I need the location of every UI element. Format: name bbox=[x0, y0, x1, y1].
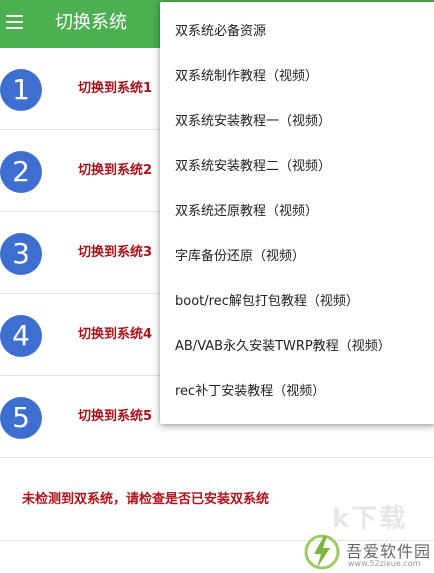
number-badge: 5 bbox=[0, 397, 42, 439]
switch-system-label: 切换到系统3 bbox=[78, 245, 153, 260]
menu-item-twrp-tutorial[interactable]: AB/VAB永久安装TWRP教程（视频） bbox=[160, 324, 434, 369]
watermark: k下载 吾爱软件园 www.52zixue.com bbox=[300, 500, 434, 573]
switch-system-label: 切换到系统4 bbox=[78, 327, 153, 342]
menu-item-boot-rec-tutorial[interactable]: boot/rec解包打包教程（视频） bbox=[160, 279, 434, 324]
switch-system-label: 切换到系统5 bbox=[78, 409, 153, 424]
menu-item-install-tutorial-1[interactable]: 双系统安装教程一（视频） bbox=[160, 99, 434, 144]
watermark-url: www.52zixue.com bbox=[348, 559, 421, 568]
watermark-title: 吾爱软件园 bbox=[346, 542, 432, 561]
menu-item-rec-patch-tutorial[interactable]: rec补丁安装教程（视频） bbox=[160, 369, 434, 414]
number-badge: 4 bbox=[0, 315, 42, 357]
divider bbox=[0, 540, 434, 541]
menu-item-make-tutorial[interactable]: 双系统制作教程（视频） bbox=[160, 54, 434, 99]
menu-item-restore-tutorial[interactable]: 双系统还原教程（视频） bbox=[160, 189, 434, 234]
number-badge: 2 bbox=[0, 151, 42, 193]
number-badge: 1 bbox=[0, 69, 42, 111]
overflow-menu: 双系统必备资源 双系统制作教程（视频） 双系统安装教程一（视频） 双系统安装教程… bbox=[160, 2, 434, 424]
status-message: 未检测到双系统，请检查是否已安装双系统 bbox=[22, 492, 270, 507]
hamburger-menu-icon[interactable] bbox=[6, 15, 23, 29]
number-badge: 3 bbox=[0, 233, 42, 275]
switch-system-label: 切换到系统1 bbox=[78, 81, 153, 96]
menu-item-install-tutorial-2[interactable]: 双系统安装教程二（视频） bbox=[160, 144, 434, 189]
menu-item-resources[interactable]: 双系统必备资源 bbox=[160, 9, 434, 54]
watermark-logo-icon bbox=[304, 534, 340, 570]
watermark-big-text: k下载 bbox=[332, 504, 408, 534]
menu-item-font-backup[interactable]: 字库备份还原（视频） bbox=[160, 234, 434, 279]
screen: 切换系统 1 切换到系统1 2 切换到系统2 3 切换到系统3 4 切换到系统4… bbox=[0, 0, 434, 573]
switch-system-label: 切换到系统2 bbox=[78, 163, 153, 178]
page-title: 切换系统 bbox=[55, 12, 127, 33]
